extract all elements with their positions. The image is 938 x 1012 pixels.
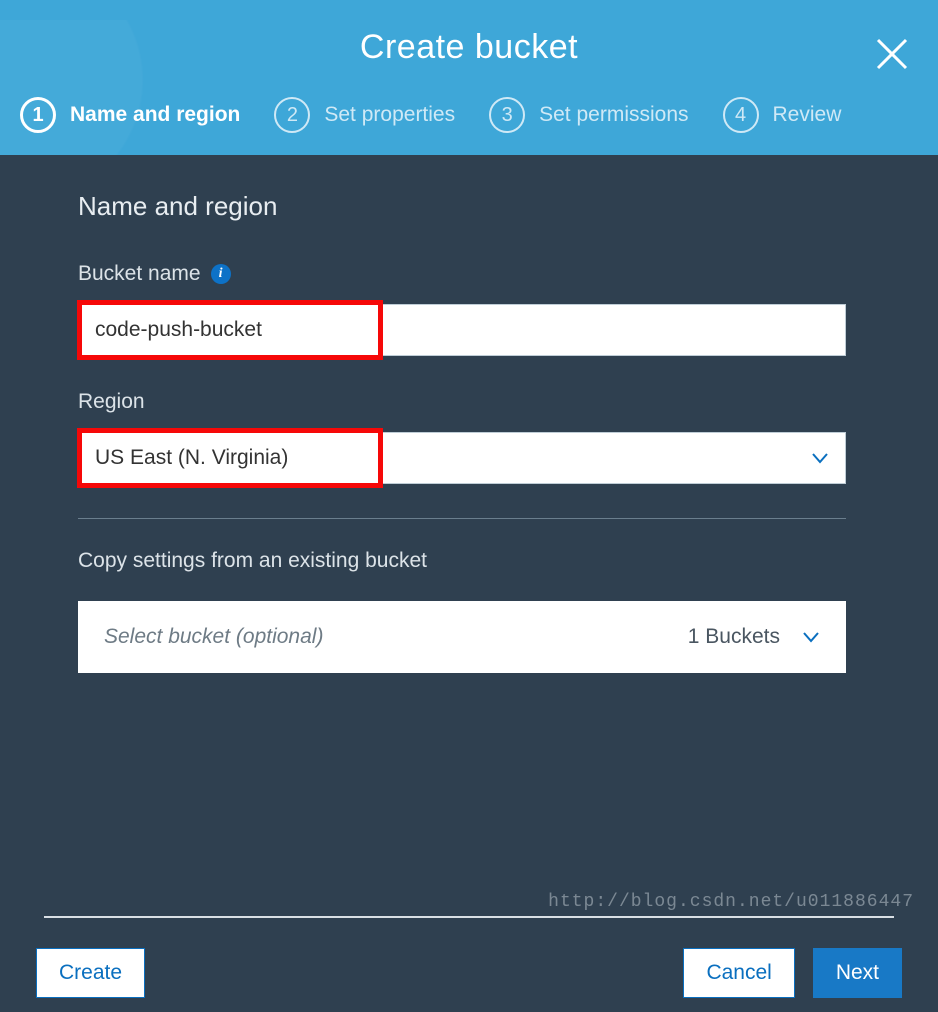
step-number-3: 3	[489, 97, 525, 133]
footer-divider	[44, 916, 894, 918]
info-icon[interactable]: i	[211, 264, 231, 284]
close-icon	[874, 36, 910, 72]
step-set-properties[interactable]: 2 Set properties	[274, 97, 455, 133]
bucket-name-field-wrap	[78, 304, 846, 356]
next-button[interactable]: Next	[813, 948, 902, 998]
step-name-and-region[interactable]: 1 Name and region	[20, 97, 240, 133]
bucket-count: 1 Buckets	[688, 625, 780, 649]
footer-right-buttons: Cancel Next	[683, 948, 902, 998]
step-number-1: 1	[20, 97, 56, 133]
section-divider	[78, 518, 846, 519]
step-label: Review	[773, 103, 842, 127]
bucket-name-input[interactable]	[78, 304, 846, 356]
modal-title: Create bucket	[0, 28, 938, 67]
region-value: US East (N. Virginia)	[95, 446, 288, 470]
wizard-steps: 1 Name and region 2 Set properties 3 Set…	[0, 67, 938, 155]
create-bucket-modal: Create bucket 1 Name and region 2 Set pr…	[0, 0, 938, 1012]
step-review[interactable]: 4 Review	[723, 97, 842, 133]
section-title: Name and region	[78, 191, 860, 222]
region-label: Region	[78, 390, 860, 414]
step-number-4: 4	[723, 97, 759, 133]
chevron-down-icon	[811, 446, 829, 470]
create-button[interactable]: Create	[36, 948, 145, 998]
close-button[interactable]	[874, 36, 910, 72]
watermark-text: http://blog.csdn.net/u011886447	[548, 892, 914, 912]
region-select[interactable]: US East (N. Virginia)	[78, 432, 846, 484]
modal-body: Name and region Bucket name i Region US …	[0, 155, 938, 916]
step-label: Set properties	[324, 103, 455, 127]
copy-bucket-placeholder: Select bucket (optional)	[104, 625, 323, 649]
step-label: Name and region	[70, 103, 240, 127]
modal-header: Create bucket 1 Name and region 2 Set pr…	[0, 0, 938, 155]
copy-bucket-right: 1 Buckets	[688, 625, 820, 649]
chevron-down-icon	[802, 625, 820, 649]
bucket-name-label: Bucket name i	[78, 262, 860, 286]
footer-row: Create Cancel Next	[36, 948, 902, 998]
step-set-permissions[interactable]: 3 Set permissions	[489, 97, 688, 133]
step-number-2: 2	[274, 97, 310, 133]
step-label: Set permissions	[539, 103, 688, 127]
copy-bucket-select[interactable]: Select bucket (optional) 1 Buckets	[78, 601, 846, 673]
region-field-wrap: US East (N. Virginia)	[78, 432, 846, 484]
cancel-button[interactable]: Cancel	[683, 948, 794, 998]
modal-footer: Create Cancel Next	[0, 916, 938, 1012]
bucket-name-label-text: Bucket name	[78, 262, 201, 286]
copy-settings-label: Copy settings from an existing bucket	[78, 549, 860, 573]
